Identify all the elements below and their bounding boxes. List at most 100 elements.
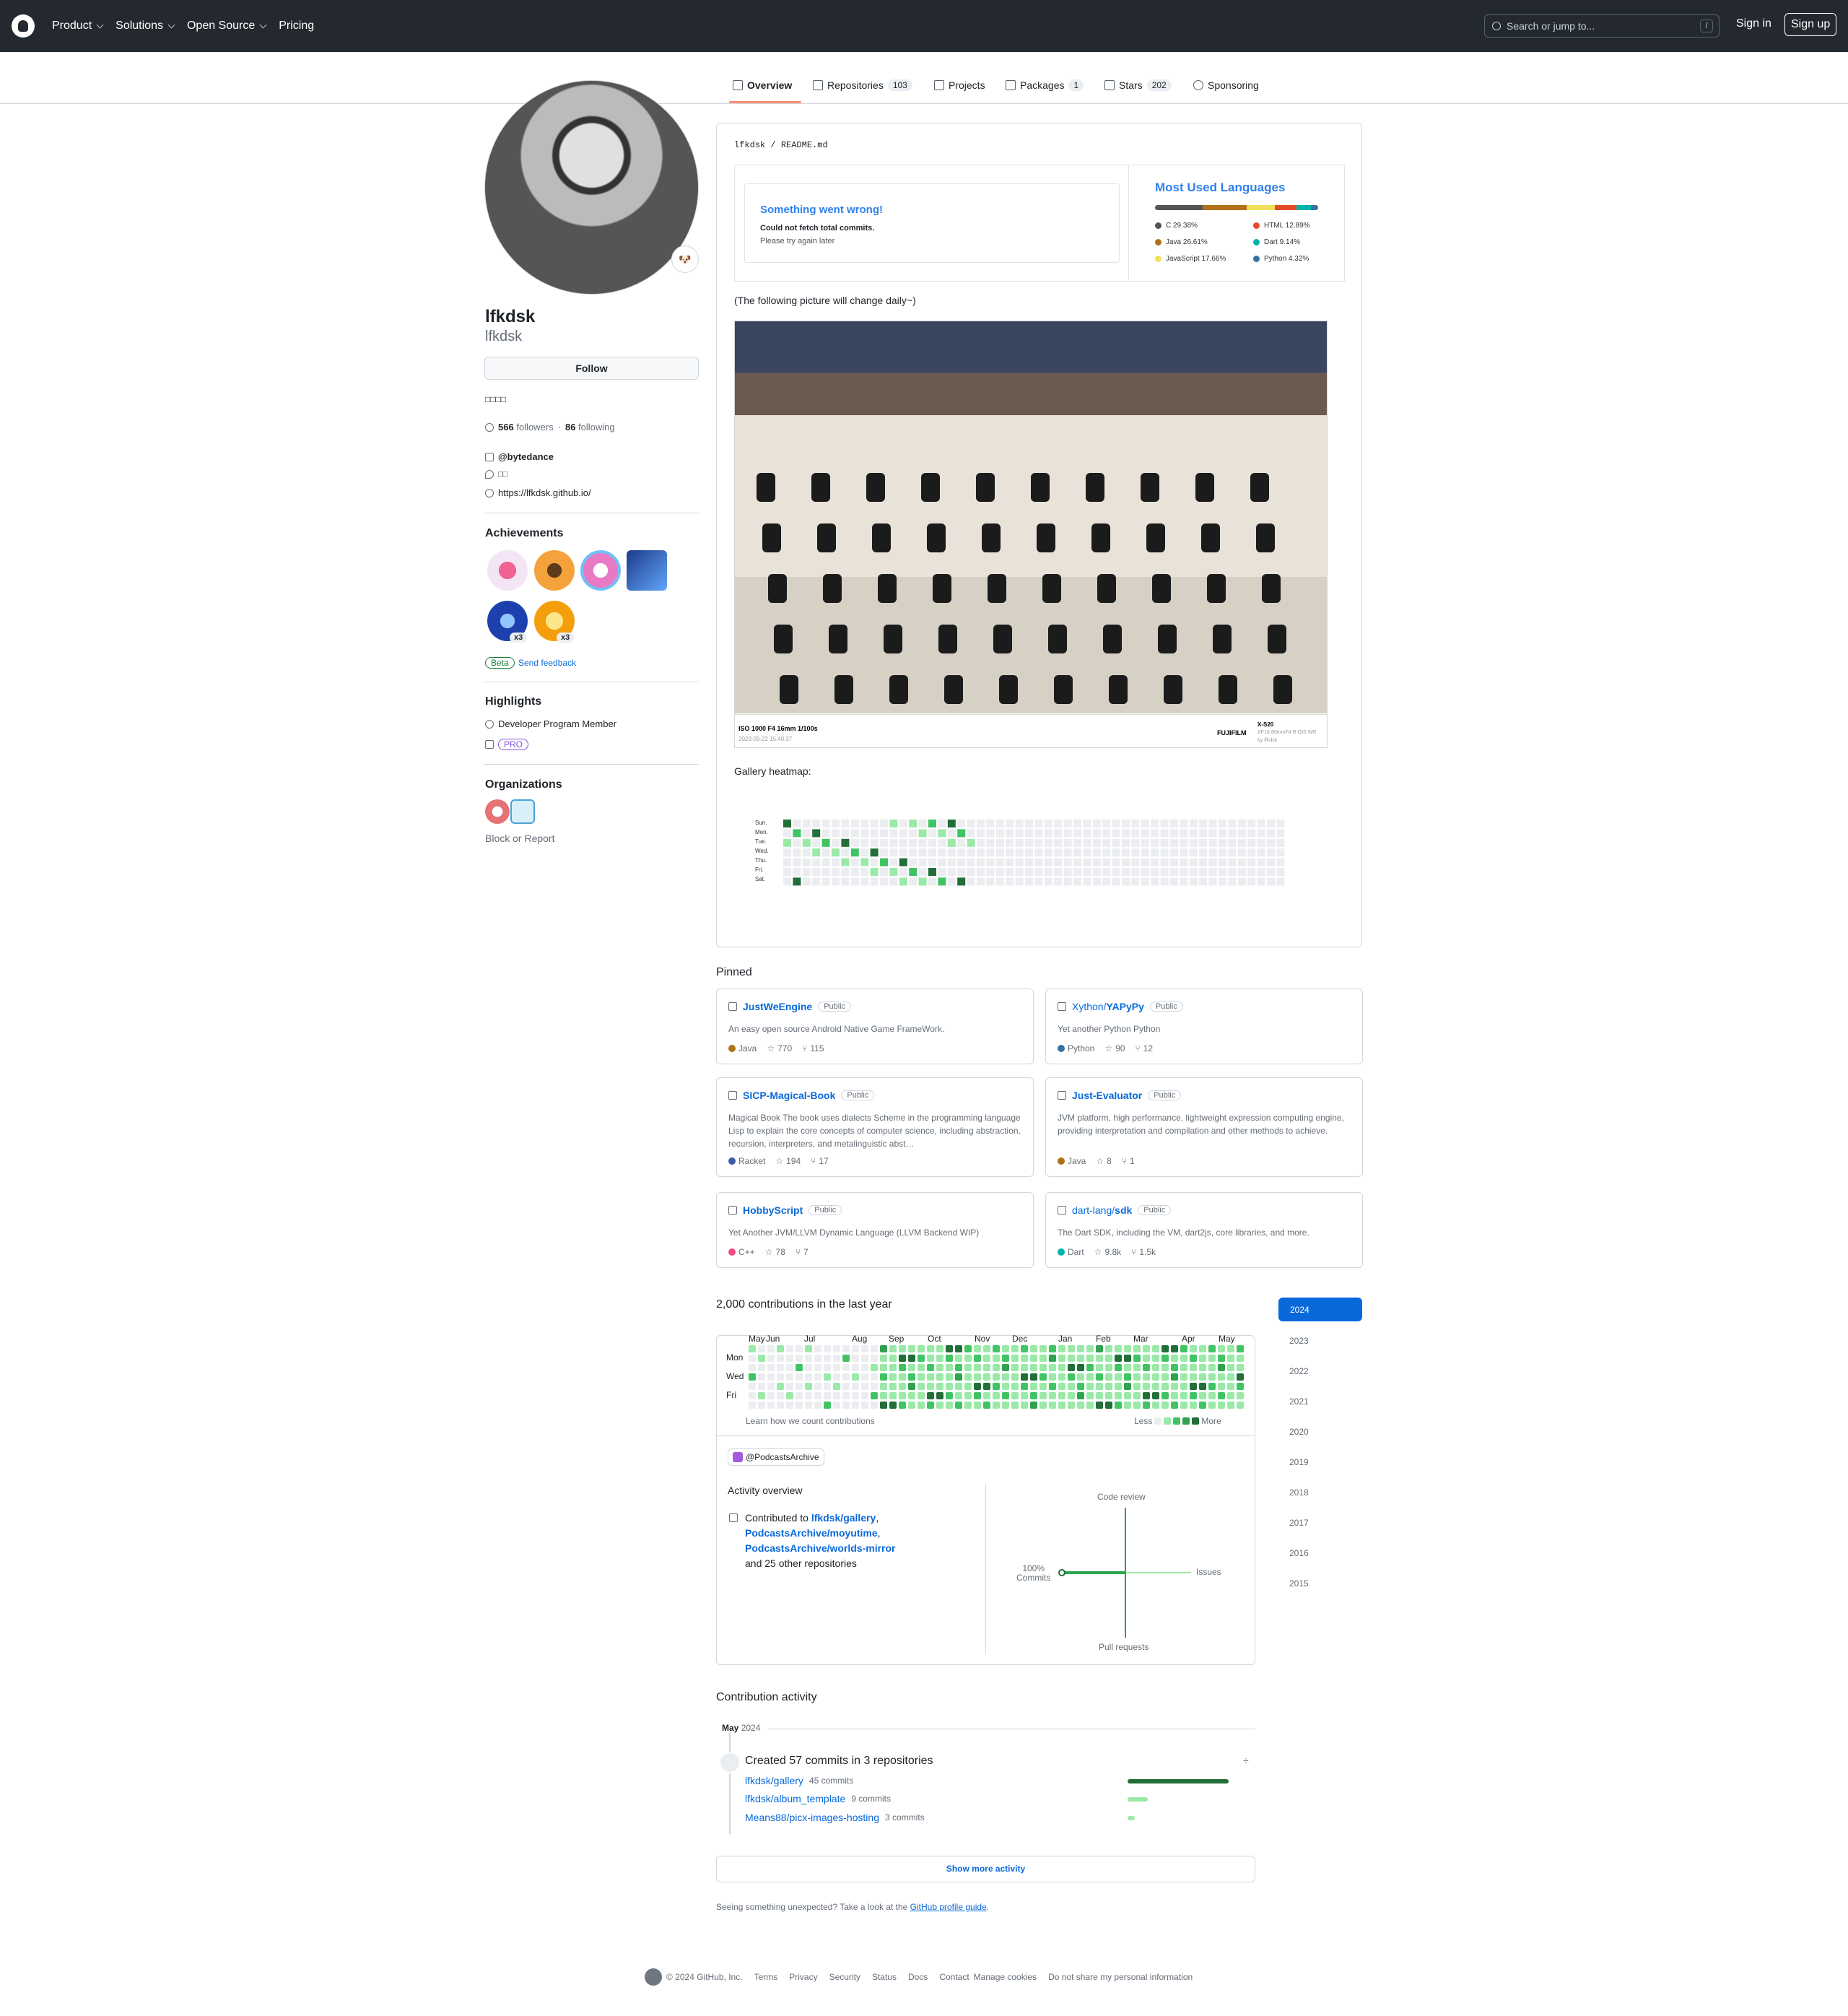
avatar[interactable]: [484, 80, 699, 295]
search-input[interactable]: Search or jump to... /: [1484, 14, 1720, 38]
calendar-day[interactable]: [880, 1383, 887, 1390]
calendar-day[interactable]: [1105, 1392, 1112, 1399]
calendar-day[interactable]: [955, 1373, 962, 1381]
calendar-day[interactable]: [1077, 1345, 1084, 1352]
calendar-day[interactable]: [974, 1364, 981, 1371]
calendar-day[interactable]: [1115, 1392, 1122, 1399]
calendar-day[interactable]: [852, 1355, 859, 1362]
calendar-day[interactable]: [749, 1345, 756, 1352]
calendar-day[interactable]: [1218, 1383, 1225, 1390]
footer-link-privacy[interactable]: Privacy: [789, 1972, 817, 1982]
calendar-day[interactable]: [1218, 1373, 1225, 1381]
achievement-starstruck-icon[interactable]: [534, 550, 575, 591]
calendar-day[interactable]: [1011, 1402, 1019, 1409]
calendar-day[interactable]: [786, 1373, 793, 1381]
calendar-day[interactable]: [1021, 1383, 1028, 1390]
calendar-day[interactable]: [918, 1355, 925, 1362]
calendar-day[interactable]: [918, 1373, 925, 1381]
calendar-day[interactable]: [1208, 1373, 1216, 1381]
followers-link[interactable]: 566 followers: [498, 422, 554, 433]
calendar-day[interactable]: [1218, 1402, 1225, 1409]
calendar-day[interactable]: [777, 1364, 784, 1371]
calendar-day[interactable]: [955, 1392, 962, 1399]
calendar-day[interactable]: [1124, 1355, 1131, 1362]
forks-link[interactable]: ⑂ 1: [1122, 1156, 1135, 1166]
calendar-day[interactable]: [1086, 1392, 1094, 1399]
calendar-day[interactable]: [749, 1355, 756, 1362]
calendar-day[interactable]: [1077, 1392, 1084, 1399]
calendar-day[interactable]: [749, 1364, 756, 1371]
calendar-day[interactable]: [1021, 1364, 1028, 1371]
calendar-day[interactable]: [1133, 1373, 1141, 1381]
calendar-day[interactable]: [842, 1373, 850, 1381]
calendar-day[interactable]: [1077, 1402, 1084, 1409]
calendar-day[interactable]: [805, 1373, 812, 1381]
calendar-day[interactable]: [814, 1402, 821, 1409]
year-2021[interactable]: 2021: [1289, 1396, 1309, 1407]
commits-summary[interactable]: Created 57 commits in 3 repositories: [745, 1755, 933, 1768]
calendar-day[interactable]: [927, 1373, 934, 1381]
calendar-day[interactable]: [1096, 1364, 1103, 1371]
calendar-day[interactable]: [824, 1355, 831, 1362]
org-avatar-1[interactable]: [485, 799, 510, 824]
calendar-day[interactable]: [1227, 1373, 1234, 1381]
calendar-day[interactable]: [767, 1355, 775, 1362]
calendar-day[interactable]: [777, 1355, 784, 1362]
calendar-day[interactable]: [1190, 1355, 1197, 1362]
calendar-day[interactable]: [1115, 1402, 1122, 1409]
calendar-day[interactable]: [1068, 1402, 1075, 1409]
calendar-day[interactable]: [814, 1364, 821, 1371]
calendar-day[interactable]: [1049, 1345, 1056, 1352]
calendar-day[interactable]: [1133, 1345, 1141, 1352]
calendar-day[interactable]: [1058, 1383, 1065, 1390]
footer-link-cookies[interactable]: Manage cookies: [974, 1972, 1037, 1982]
status-emoji[interactable]: 🐶: [671, 246, 699, 273]
calendar-day[interactable]: [1199, 1345, 1206, 1352]
calendar-day[interactable]: [1058, 1345, 1065, 1352]
calendar-day[interactable]: [1133, 1364, 1141, 1371]
activity-commit-count[interactable]: 9 commits: [851, 1794, 891, 1804]
year-2023[interactable]: 2023: [1289, 1336, 1309, 1346]
calendar-day[interactable]: [1011, 1364, 1019, 1371]
calendar-day[interactable]: [1161, 1402, 1169, 1409]
calendar-day[interactable]: [1096, 1345, 1103, 1352]
calendar-day[interactable]: [1227, 1355, 1234, 1362]
calendar-day[interactable]: [993, 1373, 1000, 1381]
calendar-day[interactable]: [974, 1355, 981, 1362]
calendar-day[interactable]: [1171, 1345, 1178, 1352]
pinned-repo-link[interactable]: dart-lang/sdk: [1072, 1204, 1132, 1216]
calendar-day[interactable]: [1152, 1402, 1159, 1409]
calendar-day[interactable]: [1030, 1355, 1037, 1362]
calendar-day[interactable]: [1218, 1355, 1225, 1362]
calendar-day[interactable]: [964, 1392, 972, 1399]
calendar-day[interactable]: [1105, 1383, 1112, 1390]
calendar-day[interactable]: [824, 1345, 831, 1352]
tab-repositories[interactable]: Repositories 103: [813, 79, 912, 91]
calendar-day[interactable]: [1227, 1383, 1234, 1390]
calendar-day[interactable]: [767, 1364, 775, 1371]
calendar-day[interactable]: [833, 1355, 840, 1362]
footer-link-docs[interactable]: Docs: [908, 1972, 928, 1982]
calendar-day[interactable]: [936, 1345, 943, 1352]
calendar-day[interactable]: [1058, 1392, 1065, 1399]
calendar-day[interactable]: [1208, 1383, 1216, 1390]
calendar-day[interactable]: [1002, 1364, 1009, 1371]
calendar-day[interactable]: [993, 1364, 1000, 1371]
calendar-day[interactable]: [1237, 1373, 1244, 1381]
calendar-day[interactable]: [824, 1402, 831, 1409]
year-2018[interactable]: 2018: [1289, 1487, 1309, 1498]
calendar-day[interactable]: [1180, 1355, 1187, 1362]
org-filter-button[interactable]: @PodcastsArchive: [728, 1448, 824, 1466]
calendar-day[interactable]: [1021, 1373, 1028, 1381]
calendar-day[interactable]: [852, 1392, 859, 1399]
tab-packages[interactable]: Packages 1: [1006, 79, 1084, 91]
calendar-day[interactable]: [833, 1402, 840, 1409]
nav-product[interactable]: Product: [52, 19, 104, 32]
achievement-yolo-icon[interactable]: [580, 550, 621, 591]
calendar-day[interactable]: [1152, 1392, 1159, 1399]
calendar-day[interactable]: [1190, 1383, 1197, 1390]
calendar-day[interactable]: [1180, 1364, 1187, 1371]
calendar-day[interactable]: [833, 1364, 840, 1371]
calendar-day[interactable]: [861, 1364, 868, 1371]
calendar-day[interactable]: [1049, 1355, 1056, 1362]
